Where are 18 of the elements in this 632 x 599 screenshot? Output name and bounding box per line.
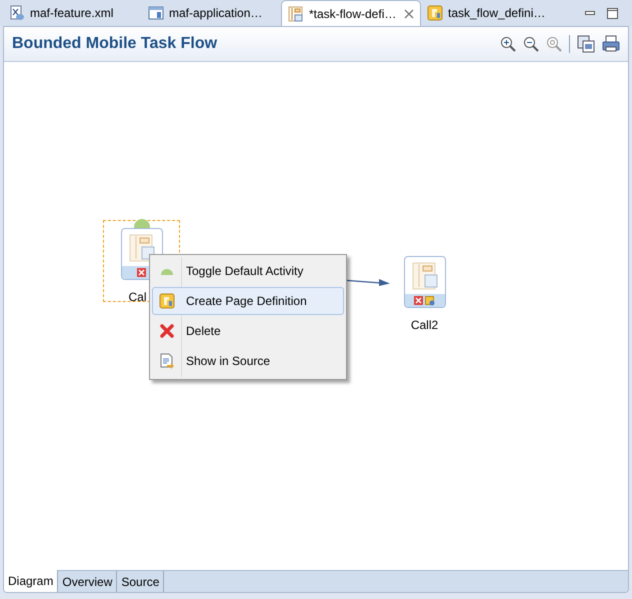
menu-item[interactable]: Create Page Definition <box>152 287 344 315</box>
node-label: Call2 <box>410 317 438 334</box>
tab-label: task_flow_defini… <box>448 5 546 22</box>
menu-item[interactable]: Show in Source <box>152 347 344 375</box>
editor-page-tab[interactable]: Source <box>117 571 164 592</box>
menu-item[interactable]: Delete <box>152 317 344 345</box>
editor-title: Bounded Mobile Task Flow <box>12 34 218 54</box>
editor-tab[interactable]: *task-flow-defi… <box>281 0 421 26</box>
editor-page-tab[interactable]: Diagram <box>4 570 58 592</box>
tab-label: maf-feature.xml <box>30 5 114 22</box>
tab-label: maf-application… <box>169 5 262 22</box>
editor-page-tab[interactable]: Overview <box>58 571 118 592</box>
editor-tab[interactable]: task_flow_defini… <box>421 0 560 26</box>
menu-item[interactable]: Toggle Default Activity <box>152 257 344 285</box>
editor-tab[interactable]: maf-feature.xml <box>3 0 142 26</box>
node-label: Cal <box>128 289 148 306</box>
tab-label: *task-flow-defi… <box>309 6 396 22</box>
editor-tab[interactable]: maf-application… <box>142 0 281 26</box>
